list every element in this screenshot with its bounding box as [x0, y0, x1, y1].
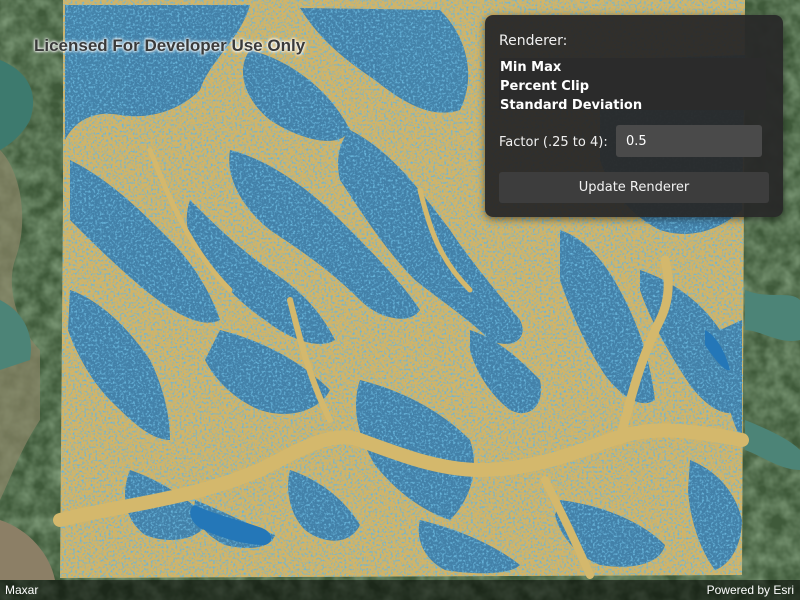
renderer-option-percent-clip[interactable]: Percent Clip — [499, 77, 766, 96]
attribution-bar: Maxar Powered by Esri — [0, 580, 800, 600]
factor-label: Factor (.25 to 4): — [499, 135, 608, 150]
renderer-option-standard-deviation[interactable]: Standard Deviation — [499, 96, 766, 110]
license-watermark: Licensed For Developer Use Only — [34, 36, 306, 55]
renderer-label: Renderer: — [499, 33, 568, 49]
update-renderer-button[interactable]: Update Renderer — [499, 172, 769, 203]
renderer-option-min-max[interactable]: Min Max — [499, 58, 766, 77]
powered-by-esri[interactable]: Powered by Esri — [707, 583, 794, 597]
renderer-list[interactable]: Min Max Percent Clip Standard Deviation — [499, 58, 766, 110]
factor-input[interactable] — [616, 125, 762, 157]
attribution-text[interactable]: Maxar — [5, 583, 38, 597]
renderer-panel: Renderer: Min Max Percent Clip Standard … — [485, 15, 783, 217]
